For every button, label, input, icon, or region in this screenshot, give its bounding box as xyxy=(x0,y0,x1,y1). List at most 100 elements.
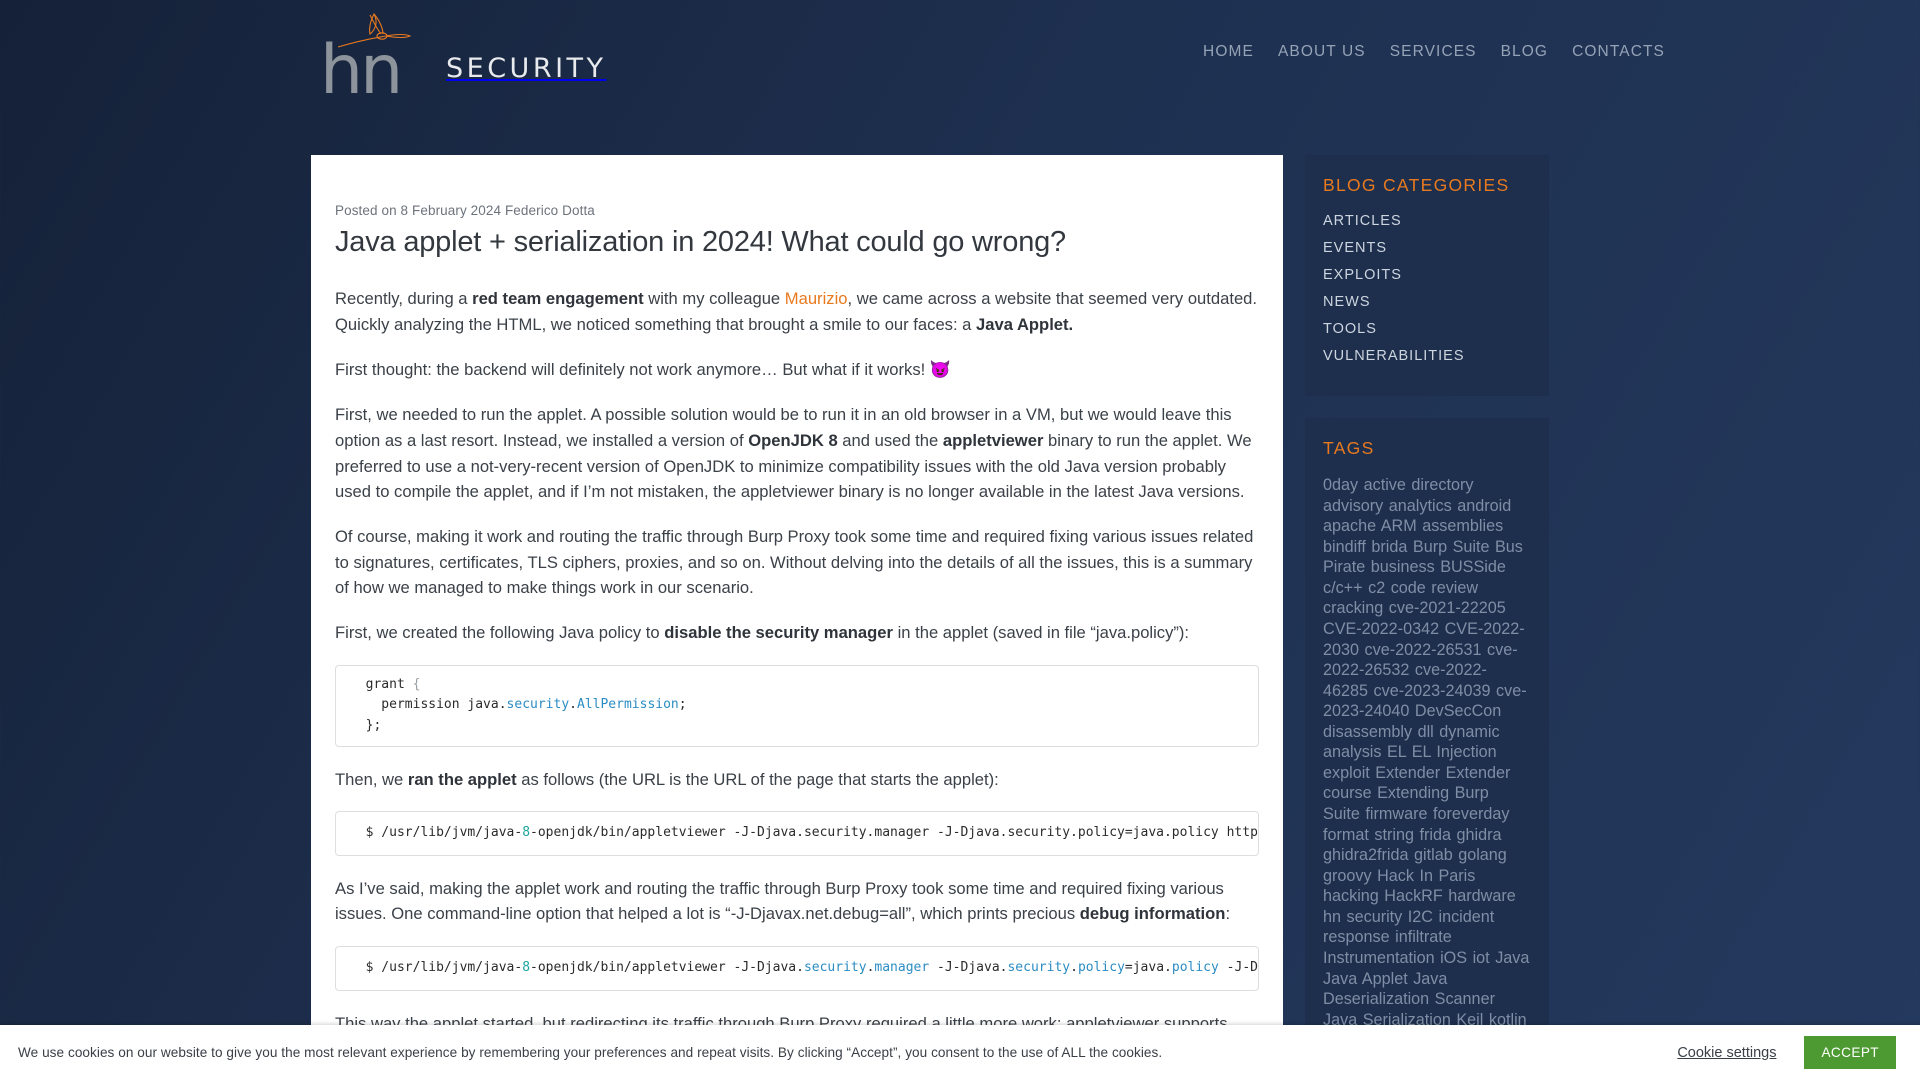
text-run: as follows (the URL is the URL of the pa… xyxy=(516,769,999,789)
dragonfly-icon xyxy=(337,12,412,48)
tag-link[interactable]: EL Injection xyxy=(1412,743,1497,761)
tag-link[interactable]: BUSSide xyxy=(1440,558,1506,576)
tag-link[interactable]: Java xyxy=(1495,949,1529,967)
site-logo[interactable]: hn SECURITY xyxy=(320,12,607,104)
text-run: : xyxy=(1225,904,1231,924)
text-run: First, we created the following Java pol… xyxy=(335,623,665,643)
tag-link[interactable]: firmware xyxy=(1365,805,1427,823)
tag-link[interactable]: DevSecCon xyxy=(1415,702,1501,720)
tag-link[interactable]: ghidra xyxy=(1456,826,1501,844)
tag-link[interactable]: ghidra2frida xyxy=(1323,846,1409,864)
tag-link[interactable]: cve-2023-24039 xyxy=(1374,682,1491,700)
nav-item-contacts[interactable]: CONTACTS xyxy=(1572,43,1665,61)
sidebar: BLOG CATEGORIES ARTICLES EVENTS EXPLOITS… xyxy=(1305,155,1549,1080)
paragraph-3: First, we needed to run the applet. A po… xyxy=(335,402,1259,505)
code-token: -J-Djava. xyxy=(929,960,1008,976)
widget-blog-categories: BLOG CATEGORIES ARTICLES EVENTS EXPLOITS… xyxy=(1305,155,1549,396)
tag-link[interactable]: hardware xyxy=(1448,887,1516,905)
tag-link[interactable]: android xyxy=(1457,497,1511,515)
tag-link[interactable]: disassembly xyxy=(1323,723,1412,741)
tag-link[interactable]: I2C xyxy=(1408,908,1433,926)
code-block-appletviewer-debug[interactable]: $ /usr/lib/jvm/java-8-openjdk/bin/applet… xyxy=(335,946,1259,991)
tag-link[interactable]: Extender xyxy=(1375,764,1440,782)
tag-link[interactable]: assemblies xyxy=(1422,517,1503,535)
tag-link[interactable]: advisory xyxy=(1323,497,1383,515)
code-block-java-policy[interactable]: grant { permission java.security.AllPerm… xyxy=(335,664,1259,747)
text-run: First thought: the backend will definite… xyxy=(335,359,930,379)
tag-link[interactable]: c/c++ xyxy=(1323,579,1363,597)
tag-link[interactable]: business xyxy=(1371,558,1435,576)
sidebar-item-exploits[interactable]: EXPLOITS xyxy=(1323,267,1402,283)
logo-word: SECURITY xyxy=(446,52,607,84)
tag-link[interactable]: Java Applet xyxy=(1323,970,1408,988)
tag-link[interactable]: c2 xyxy=(1368,579,1385,597)
tag-link[interactable]: exploit xyxy=(1323,764,1370,782)
code-token: permission java. xyxy=(350,697,507,713)
text-run: with my colleague xyxy=(643,289,785,309)
paragraph-4: Of course, making it work and routing th… xyxy=(335,527,1254,598)
tag-link[interactable]: HackRF xyxy=(1384,887,1442,905)
tag-link[interactable]: code review xyxy=(1391,579,1478,597)
sidebar-item-events[interactable]: EVENTS xyxy=(1323,240,1387,256)
tag-link[interactable]: cve-2022-26531 xyxy=(1365,641,1482,659)
nav-item-services[interactable]: SERVICES xyxy=(1390,43,1477,61)
page-wrap: Posted on 8 February 2024 Federico Dotta… xyxy=(0,110,1920,1080)
tag-link[interactable]: cve-2021-22205 xyxy=(1389,599,1506,617)
tag-link[interactable]: iot xyxy=(1473,949,1490,967)
code-block-appletviewer-run[interactable]: $ /usr/lib/jvm/java-8-openjdk/bin/applet… xyxy=(335,811,1259,856)
widget-tags: TAGS 0day active directory advisory anal… xyxy=(1305,418,1549,1080)
cookie-settings-link[interactable]: Cookie settings xyxy=(1677,1045,1776,1061)
tag-link[interactable]: Instrumentation xyxy=(1323,949,1435,967)
tag-link[interactable]: frida xyxy=(1419,826,1451,844)
tag-link[interactable]: analytics xyxy=(1389,497,1452,515)
tag-link[interactable]: bindiff xyxy=(1323,538,1366,556)
sidebar-item-articles[interactable]: ARTICLES xyxy=(1323,213,1402,229)
tag-link[interactable]: gitlab xyxy=(1414,846,1453,864)
tag-link[interactable]: infiltrate xyxy=(1395,928,1452,946)
code-token: 8 xyxy=(522,960,531,976)
paragraph-5: First, we created the following Java pol… xyxy=(335,620,1259,646)
tag-link[interactable]: hn security xyxy=(1323,908,1402,926)
link-maurizio[interactable]: Maurizio xyxy=(785,289,848,308)
tag-link[interactable]: Hack In Paris xyxy=(1377,867,1475,885)
code-token: $ /usr/lib/jvm/java- xyxy=(350,825,523,841)
nav-item-home[interactable]: HOME xyxy=(1203,43,1254,61)
text-strong: debug information xyxy=(1079,904,1226,924)
paragraph-1: Recently, during a red team engagement w… xyxy=(335,286,1259,337)
nav-item-about-us[interactable]: ABOUT US xyxy=(1278,43,1366,61)
text-run: and used the xyxy=(837,430,943,450)
tag-link[interactable]: foreverday xyxy=(1433,805,1509,823)
tag-link[interactable]: hacking xyxy=(1323,887,1379,905)
main-nav: HOME ABOUT US SERVICES BLOG CONTACTS xyxy=(1203,43,1665,67)
page-title: Java applet + serialization in 2024! Wha… xyxy=(335,226,1066,258)
text-strong: disable the security manager xyxy=(664,623,893,643)
sidebar-item-vulnerabilities[interactable]: VULNERABILITIES xyxy=(1323,348,1465,364)
code-token: =java. xyxy=(1124,960,1172,976)
list-item: ARTICLES xyxy=(1323,212,1531,230)
nav-item-blog[interactable]: BLOG xyxy=(1501,43,1548,61)
tag-link[interactable]: cracking xyxy=(1323,599,1383,617)
accept-cookies-button[interactable]: ACCEPT xyxy=(1804,1036,1896,1069)
sidebar-item-news[interactable]: NEWS xyxy=(1323,294,1371,310)
post-body: Recently, during a red team engagement w… xyxy=(335,286,1259,1080)
tag-link[interactable]: golang xyxy=(1458,846,1507,864)
logo-mark: hn xyxy=(320,12,432,104)
post-meta: Posted on 8 February 2024 Federico Dotta xyxy=(335,203,595,218)
tag-link[interactable]: brida xyxy=(1371,538,1407,556)
tag-link[interactable]: Burp Suite xyxy=(1413,538,1490,556)
tag-link[interactable]: active directory xyxy=(1364,476,1474,494)
tag-link[interactable]: ARM xyxy=(1381,517,1417,535)
code-token: -openjdk/bin/appletviewer -J-Djava. xyxy=(530,960,804,976)
tag-link[interactable]: iOS xyxy=(1440,949,1467,967)
tag-link[interactable]: groovy xyxy=(1323,867,1372,885)
tag-link[interactable]: CVE-2022-0342 xyxy=(1323,620,1439,638)
tag-link[interactable]: 0day xyxy=(1323,476,1358,494)
text-strong: Java Applet. xyxy=(976,315,1074,335)
sidebar-item-tools[interactable]: TOOLS xyxy=(1323,321,1377,337)
tag-link[interactable]: EL xyxy=(1387,743,1406,761)
tag-cloud: 0day active directory advisory analytics… xyxy=(1323,475,1531,1080)
tag-link[interactable]: apache xyxy=(1323,517,1376,535)
tag-link[interactable]: format string xyxy=(1323,826,1414,844)
tag-link[interactable]: dll xyxy=(1418,723,1434,741)
paragraph-2: First thought: the backend will definite… xyxy=(335,357,1259,383)
